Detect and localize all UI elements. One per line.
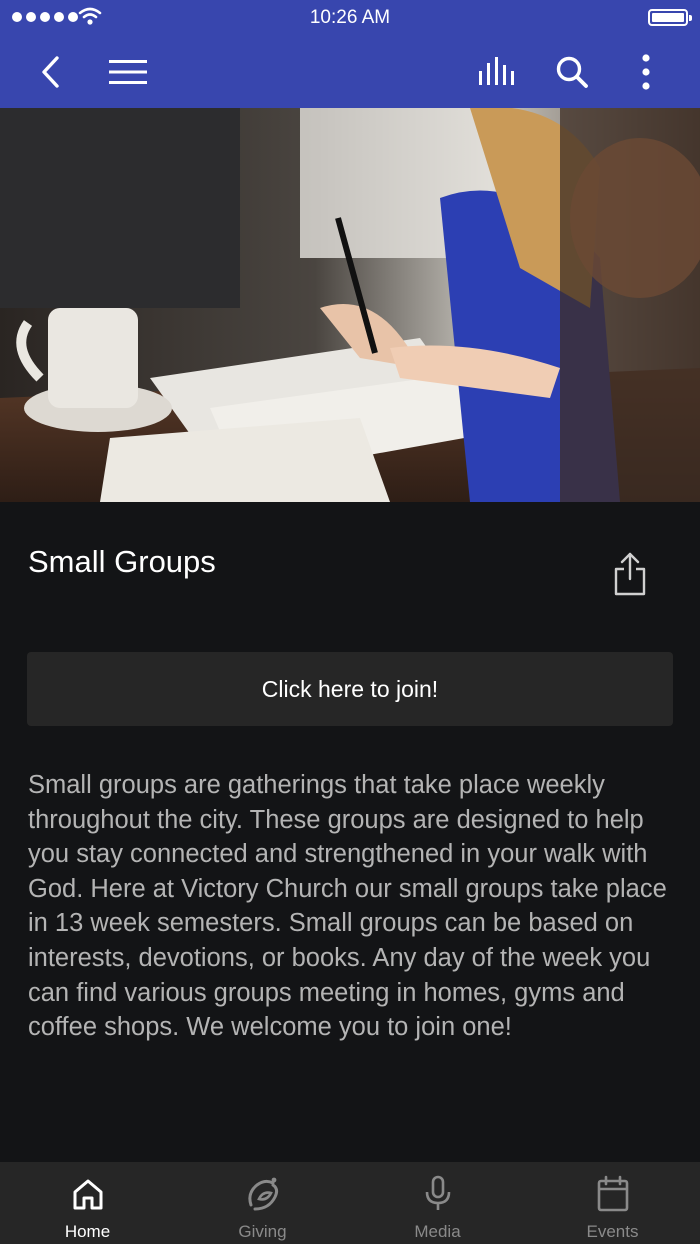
- tab-media[interactable]: Media: [350, 1162, 525, 1244]
- search-icon: [556, 56, 588, 88]
- top-bar: 10:26 AM: [0, 0, 700, 108]
- audio-bars-icon: [479, 57, 514, 85]
- tab-giving[interactable]: Giving: [175, 1162, 350, 1244]
- hero-image: [0, 108, 700, 502]
- tab-home[interactable]: Home: [0, 1162, 175, 1244]
- main-content: Small Groups Click here to join! Small g…: [0, 502, 700, 1162]
- audio-button[interactable]: [474, 50, 522, 94]
- tab-events-label: Events: [586, 1222, 639, 1241]
- calendar-icon: [597, 1175, 628, 1212]
- chevron-left-icon: [42, 56, 59, 88]
- tab-events[interactable]: Events: [525, 1162, 700, 1244]
- status-time: 10:26 AM: [309, 7, 391, 28]
- back-button[interactable]: [28, 50, 72, 94]
- share-icon: [614, 552, 646, 596]
- battery-icon: [648, 9, 692, 26]
- bottom-tab-bar: Home Giving Media Events: [0, 1162, 700, 1244]
- home-icon: [73, 1179, 102, 1210]
- share-button[interactable]: [606, 548, 654, 600]
- more-options-button[interactable]: [626, 50, 666, 94]
- page-title: Small Groups: [28, 544, 216, 579]
- vertical-dots-icon: [642, 54, 650, 90]
- tab-home-label: Home: [64, 1222, 111, 1241]
- menu-button[interactable]: [104, 50, 152, 94]
- giving-icon: [247, 1177, 278, 1211]
- tab-media-label: Media: [414, 1222, 461, 1241]
- status-bar: 10:26 AM: [0, 0, 700, 36]
- search-button[interactable]: [550, 50, 594, 94]
- tab-giving-label: Giving: [238, 1222, 287, 1241]
- microphone-icon: [425, 1175, 450, 1210]
- hamburger-menu-icon: [109, 60, 147, 84]
- join-button[interactable]: Click here to join!: [27, 652, 673, 726]
- description-text: Small groups are gatherings that take pl…: [28, 771, 667, 1042]
